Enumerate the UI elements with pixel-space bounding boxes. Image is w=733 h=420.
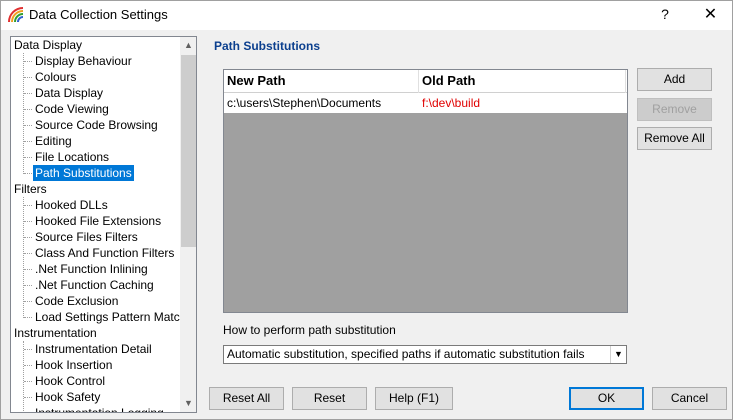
tree-connector (24, 125, 32, 126)
remove-button[interactable]: Remove (637, 98, 712, 121)
tree-connector (24, 397, 32, 398)
close-button[interactable]: ✕ (689, 1, 732, 30)
tree-connector (24, 77, 32, 78)
substitution-mode-value: Automatic substitution, specified paths … (227, 347, 585, 361)
tree-scrollbar[interactable]: ▲ ▼ (180, 37, 196, 412)
tree-connector (24, 141, 32, 142)
tree-item[interactable]: Instrumentation Detail (33, 341, 154, 357)
help-title-button[interactable]: ? (645, 1, 685, 30)
tree-item[interactable]: Hooked DLLs (33, 197, 110, 213)
settings-tree[interactable]: Data Display Display Behaviour Colours Data… (10, 36, 197, 413)
tree-item[interactable]: Display Behaviour (33, 53, 134, 69)
tree-item[interactable]: Data Display (33, 85, 105, 101)
table-header: New Path Old Path (224, 70, 627, 93)
cancel-button[interactable]: Cancel (652, 387, 727, 410)
new-path-cell[interactable]: c:\users\Stephen\Documents (224, 93, 419, 113)
tree-connector (24, 93, 32, 94)
tree-item[interactable]: Hook Insertion (33, 357, 114, 373)
tree-connector (23, 341, 24, 412)
tree-connector (24, 109, 32, 110)
tree-item[interactable]: .Net Function Inlining (33, 261, 150, 277)
tree-category[interactable]: Instrumentation (14, 325, 97, 341)
path-table[interactable]: New Path Old Path c:\users\Stephen\Docum… (223, 69, 628, 313)
app-rainbow-icon (8, 7, 24, 23)
tree-item[interactable]: Source Code Browsing (33, 117, 160, 133)
tree-item[interactable]: Hook Safety (33, 389, 102, 405)
tree-connector (24, 301, 32, 302)
tree-item[interactable]: Code Exclusion (33, 293, 120, 309)
tree-item[interactable]: Path Substitutions (33, 165, 134, 181)
scroll-thumb[interactable] (181, 55, 196, 247)
tree-connector (24, 157, 32, 158)
old-path-cell[interactable]: f:\dev\build (419, 93, 619, 113)
title-bar: Data Collection Settings ? ✕ (1, 1, 732, 30)
tree-connector (24, 381, 32, 382)
tree-connector (23, 197, 24, 318)
help-button[interactable]: Help (F1) (375, 387, 453, 410)
tree-connector (24, 61, 32, 62)
tree-connector (24, 237, 32, 238)
tree-connector (23, 53, 24, 174)
tree-item[interactable]: .Net Function Caching (33, 277, 156, 293)
scroll-down-icon[interactable]: ▼ (180, 395, 196, 412)
tree-item[interactable]: Instrumentation Logging (33, 405, 166, 412)
tree-item[interactable]: Source Files Filters (33, 229, 140, 245)
scroll-up-icon[interactable]: ▲ (180, 37, 196, 54)
tree-item[interactable]: Class And Function Filters (33, 245, 176, 261)
substitution-mode-label: How to perform path substitution (223, 323, 396, 337)
column-header-new-path[interactable]: New Path (224, 70, 419, 93)
column-header-old-path[interactable]: Old Path (419, 70, 626, 93)
window-title: Data Collection Settings (29, 7, 168, 22)
substitution-mode-select[interactable]: Automatic substitution, specified paths … (223, 345, 627, 364)
reset-button[interactable]: Reset (292, 387, 367, 410)
tree-connector (24, 173, 32, 174)
tree-category[interactable]: Data Display (14, 37, 82, 53)
dialog-window: Data Collection Settings ? ✕ Data Displa… (0, 0, 733, 420)
tree-connector (24, 317, 32, 318)
tree-item[interactable]: Hook Control (33, 373, 107, 389)
tree-item[interactable]: File Locations (33, 149, 111, 165)
tree-item[interactable]: Load Settings Pattern Match (33, 309, 188, 325)
tree-connector (24, 269, 32, 270)
tree-item[interactable]: Editing (33, 133, 74, 149)
tree-connector (24, 365, 32, 366)
reset-all-button[interactable]: Reset All (209, 387, 284, 410)
tree-connector (24, 349, 32, 350)
tree-connector (24, 205, 32, 206)
tree-connector (24, 253, 32, 254)
tree-item[interactable]: Hooked File Extensions (33, 213, 163, 229)
chevron-down-icon[interactable]: ▼ (610, 346, 626, 363)
tree-category[interactable]: Filters (14, 181, 47, 197)
tree-item[interactable]: Colours (33, 69, 78, 85)
tree-connector (24, 221, 32, 222)
remove-all-button[interactable]: Remove All (637, 127, 712, 150)
tree-item[interactable]: Code Viewing (33, 101, 111, 117)
section-title: Path Substitutions (214, 39, 320, 53)
tree-connector (24, 285, 32, 286)
ok-button[interactable]: OK (569, 387, 644, 410)
table-row[interactable]: c:\users\Stephen\Documents f:\dev\build (224, 93, 627, 113)
add-button[interactable]: Add (637, 68, 712, 91)
